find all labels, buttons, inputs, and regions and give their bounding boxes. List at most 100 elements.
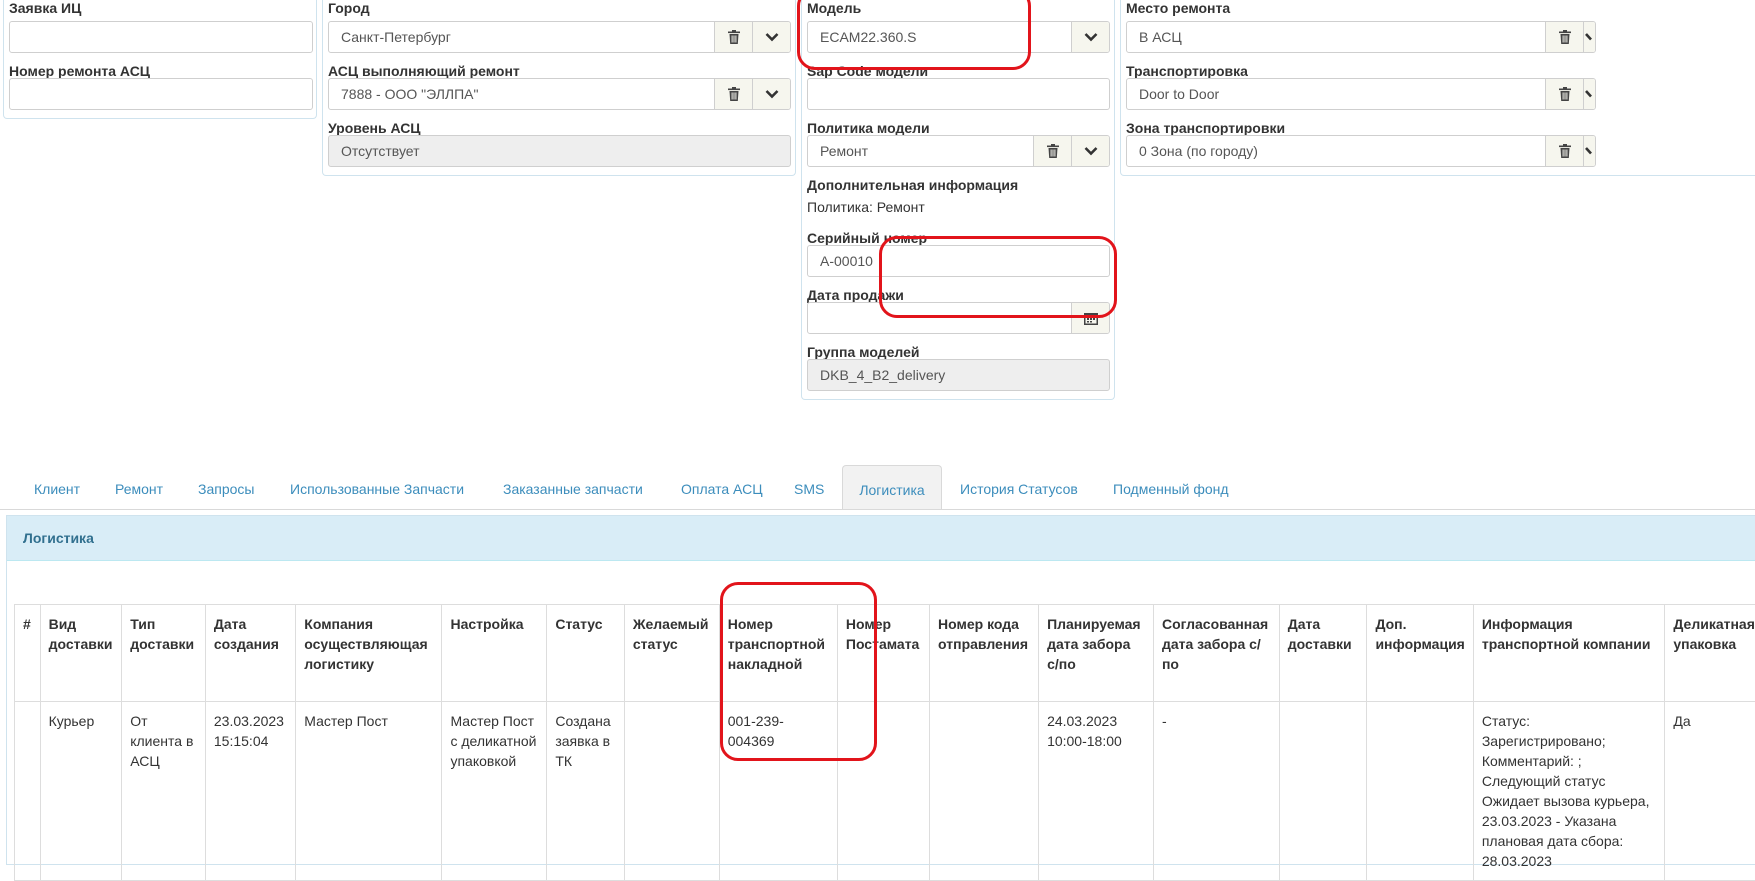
transport-clear-button[interactable] — [1545, 79, 1583, 109]
policy-clear-button[interactable] — [1033, 136, 1071, 166]
tab-client[interactable]: Клиент — [34, 465, 80, 509]
calendar-button[interactable] — [1071, 303, 1109, 333]
asc-label: АСЦ выполняющий ремонт — [328, 63, 520, 79]
trash-icon — [1558, 87, 1571, 101]
asc-level-field: Отсутствует — [328, 135, 791, 167]
transport-dropdown-button[interactable] — [1583, 79, 1595, 109]
table-row: Курьер От клиента в АСЦ 23.03.2023 15:15… — [14, 701, 1755, 881]
cell-created-date: 23.03.2023 15:15:04 — [204, 701, 297, 881]
col-header: Деликатная упаковка — [1664, 604, 1755, 702]
col-header: Тип доставки — [121, 604, 206, 702]
panel-model: Модель ECAM22.360.S Sap Code модели Поли… — [801, 0, 1115, 400]
col-header: Планируемая дата забора с/по — [1038, 604, 1154, 702]
tab-used-parts[interactable]: Использованные Запчасти — [290, 465, 464, 509]
col-header: Статус — [546, 604, 625, 702]
tab-sms[interactable]: SMS — [794, 465, 824, 509]
zone-clear-button[interactable] — [1545, 136, 1583, 166]
asc-level-label: Уровень АСЦ — [328, 120, 421, 136]
col-header: Номер кода отправления — [929, 604, 1040, 702]
cell-waybill-number: 001-239-004369 — [718, 701, 838, 881]
panel-repair-place: Место ремонта В АСЦ Транспортировка Door… — [1120, 0, 1755, 176]
col-header: Согласованная дата забора с/по — [1152, 604, 1280, 702]
transport-zone-label: Зона транспортировки — [1126, 120, 1286, 136]
tab-replacement-fund[interactable]: Подменный фонд — [1113, 465, 1229, 509]
cell-shipment-code — [929, 701, 1040, 881]
model-label: Модель — [807, 0, 862, 16]
policy-dropdown-button[interactable] — [1071, 136, 1109, 166]
tab-ordered-parts[interactable]: Заказанные запчасти — [503, 465, 643, 509]
model-policy-select[interactable]: Ремонт — [807, 135, 1110, 167]
model-group-field: DKB_4_B2_delivery — [807, 359, 1110, 391]
chevron-down-icon — [765, 33, 778, 42]
transport-select[interactable]: Door to Door — [1126, 78, 1596, 110]
zone-dropdown-button[interactable] — [1583, 136, 1595, 166]
transport-zone-select[interactable]: 0 Зона (по городу) — [1126, 135, 1596, 167]
col-header: Дата доставки — [1278, 604, 1368, 702]
city-dropdown-button[interactable] — [752, 22, 790, 52]
panel-request: Заявка ИЦ Номер ремонта АСЦ — [3, 0, 317, 119]
serial-number-label: Серийный номер — [807, 230, 928, 246]
model-dropdown-button[interactable] — [1071, 22, 1109, 52]
repair-place-clear-button[interactable] — [1545, 22, 1583, 52]
col-header: # — [14, 604, 41, 702]
asc-dropdown-button[interactable] — [752, 79, 790, 109]
cell-carrier-info: Статус: Зарегистрировано; Комментарий: ;… — [1472, 701, 1666, 881]
city-label: Город — [328, 0, 370, 16]
tab-requests[interactable]: Запросы — [198, 465, 254, 509]
trash-icon — [727, 87, 740, 101]
cell-status: Создана заявка в ТК — [546, 701, 625, 881]
tab-status-history[interactable]: История Статусов — [960, 465, 1078, 509]
col-header: Номер Постамата — [836, 604, 931, 702]
city-clear-button[interactable] — [714, 22, 752, 52]
table-header-row: # Вид доставки Тип доставки Дата создани… — [14, 604, 1755, 702]
col-header: Информация транспортной компании — [1472, 604, 1666, 702]
chevron-down-icon — [1584, 33, 1592, 41]
repair-number-label: Номер ремонта АСЦ — [9, 63, 151, 79]
tab-asc-payment[interactable]: Оплата АСЦ — [681, 465, 763, 509]
chevron-down-icon — [1084, 33, 1097, 42]
trash-icon — [1046, 144, 1059, 158]
col-header: Компания осуществляющая логистику — [295, 604, 443, 702]
repair-place-dropdown-button[interactable] — [1583, 22, 1595, 52]
col-header: Номер транспортной накладной — [718, 604, 838, 702]
tab-bar: Клиент Ремонт Запросы Использованные Зап… — [0, 465, 1755, 510]
panel-location: Город Санкт-Петербург АСЦ выполняющий ре… — [322, 0, 796, 176]
request-label: Заявка ИЦ — [9, 0, 82, 16]
cell-logistics-company: Мастер Пост — [295, 701, 443, 881]
cell-postamat-number — [836, 701, 931, 881]
sale-date-label: Дата продажи — [807, 287, 904, 303]
model-policy-label: Политика модели — [807, 120, 930, 136]
request-input[interactable] — [9, 21, 313, 53]
chevron-down-icon — [1084, 147, 1097, 156]
repair-place-select[interactable]: В АСЦ — [1126, 21, 1596, 53]
transport-label: Транспортировка — [1126, 63, 1248, 79]
trash-icon — [727, 30, 740, 44]
tab-repair[interactable]: Ремонт — [115, 465, 163, 509]
logistics-panel: Логистика # Вид доставки Тип доставки Да… — [6, 515, 1755, 881]
sap-code-label: Sap Code модели — [807, 63, 929, 79]
col-header: Вид доставки — [39, 604, 123, 702]
calendar-icon — [1083, 312, 1098, 325]
model-select[interactable]: ECAM22.360.S — [807, 21, 1110, 53]
serial-number-input[interactable]: A-00010 — [807, 245, 1110, 277]
cell-delicate-packaging: Да — [1664, 701, 1755, 881]
city-select[interactable]: Санкт-Петербург — [328, 21, 791, 53]
cell-delivery-date — [1278, 701, 1368, 881]
col-header: Желаемый статус — [623, 604, 720, 702]
trash-icon — [1558, 144, 1571, 158]
sap-code-input[interactable] — [807, 78, 1110, 110]
trash-icon — [1558, 30, 1571, 44]
logistics-table: # Вид доставки Тип доставки Дата создани… — [14, 604, 1755, 881]
model-group-label: Группа моделей — [807, 344, 920, 360]
col-header: Дата создания — [204, 604, 297, 702]
col-header: Настройка — [441, 604, 548, 702]
cell-agreed-pickup: - — [1152, 701, 1280, 881]
asc-clear-button[interactable] — [714, 79, 752, 109]
asc-select[interactable]: 7888 - ООО "ЭЛЛПА" — [328, 78, 791, 110]
repair-place-label: Место ремонта — [1126, 0, 1231, 16]
tab-logistics[interactable]: Логистика — [842, 465, 942, 509]
sale-date-input[interactable] — [807, 302, 1110, 334]
col-header: Доп. информация — [1366, 604, 1474, 702]
repair-number-input[interactable] — [9, 78, 313, 110]
extra-info-label: Дополнительная информация — [807, 177, 1019, 193]
